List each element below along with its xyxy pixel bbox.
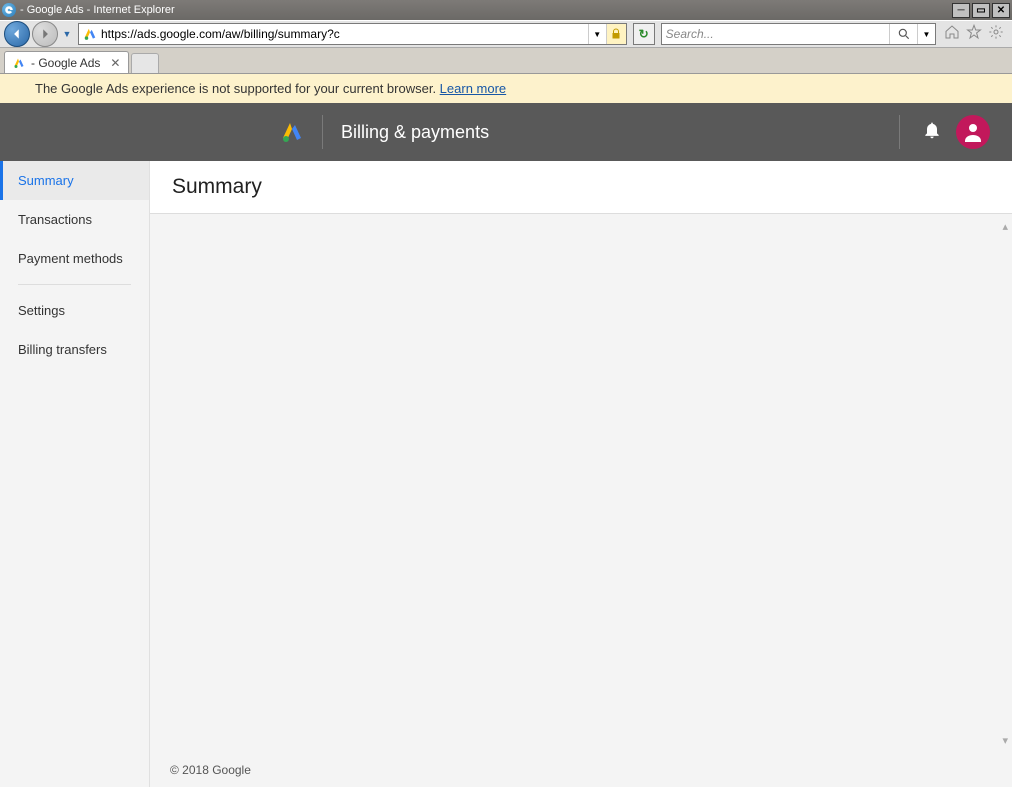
- banner-text: The Google Ads experience is not support…: [35, 81, 440, 96]
- search-placeholder: Search...: [662, 27, 889, 41]
- url-text: https://ads.google.com/aw/billing/summar…: [101, 27, 588, 41]
- new-tab-button[interactable]: [131, 53, 159, 73]
- home-icon[interactable]: [944, 24, 960, 45]
- google-ads-favicon-icon: [13, 57, 25, 69]
- page-content: The Google Ads experience is not support…: [0, 74, 1012, 787]
- url-field[interactable]: https://ads.google.com/aw/billing/summar…: [78, 23, 627, 45]
- account-avatar[interactable]: [956, 115, 990, 149]
- main-heading: Summary: [150, 161, 1012, 214]
- window-minimize-button[interactable]: ─: [952, 3, 970, 18]
- tab-close-button[interactable]: ✕: [110, 56, 120, 70]
- tab-strip: - Google Ads ✕: [0, 48, 1012, 74]
- toolbar-divider: [322, 115, 323, 149]
- window-maximize-button[interactable]: ▭: [972, 3, 990, 18]
- tab-title: - Google Ads: [31, 56, 100, 70]
- window-close-button[interactable]: ✕: [992, 3, 1010, 18]
- google-ads-favicon-icon: [83, 27, 97, 41]
- tools-gear-icon[interactable]: [988, 24, 1004, 45]
- banner-learn-more-link[interactable]: Learn more: [440, 81, 506, 96]
- scroll-up-icon[interactable]: ▴: [1002, 220, 1008, 233]
- back-button[interactable]: [4, 21, 30, 47]
- sidebar-item-billing-transfers[interactable]: Billing transfers: [0, 330, 149, 369]
- sidebar-item-payment-methods[interactable]: Payment methods: [0, 239, 149, 278]
- google-ads-logo-icon: [280, 120, 304, 144]
- forward-button[interactable]: [32, 21, 58, 47]
- url-dropdown[interactable]: ▼: [588, 24, 606, 44]
- browser-search-field[interactable]: Search... ▼: [661, 23, 936, 45]
- unsupported-browser-banner: The Google Ads experience is not support…: [0, 74, 1012, 103]
- search-provider-dropdown[interactable]: ▼: [917, 24, 935, 44]
- tab-google-ads[interactable]: - Google Ads ✕: [4, 51, 129, 73]
- sidebar-item-summary[interactable]: Summary: [0, 161, 149, 200]
- window-titlebar: - Google Ads - Internet Explorer ─ ▭ ✕: [0, 0, 1012, 20]
- browser-address-bar: ▼ https://ads.google.com/aw/billing/summ…: [0, 20, 1012, 48]
- refresh-button[interactable]: ↻: [633, 23, 655, 45]
- window-title: - Google Ads - Internet Explorer: [20, 4, 952, 16]
- sidebar-divider: [18, 284, 131, 285]
- main-body-empty: ▴ ▾: [150, 214, 1012, 753]
- page-title: Billing & payments: [341, 122, 489, 143]
- app-toolbar: Billing & payments: [0, 103, 1012, 161]
- lock-icon: [606, 24, 626, 44]
- sidebar-item-settings[interactable]: Settings: [0, 291, 149, 330]
- footer-copyright: © 2018 Google: [150, 753, 1012, 787]
- search-go-button[interactable]: [889, 24, 917, 44]
- main-panel: Summary ▴ ▾ © 2018 Google: [150, 161, 1012, 787]
- scroll-down-icon[interactable]: ▾: [1002, 734, 1008, 747]
- nav-history-dropdown[interactable]: ▼: [60, 22, 74, 46]
- sidebar-item-transactions[interactable]: Transactions: [0, 200, 149, 239]
- billing-sidebar: Summary Transactions Payment methods Set…: [0, 161, 150, 787]
- favorites-star-icon[interactable]: [966, 24, 982, 45]
- notifications-bell-icon[interactable]: [922, 120, 942, 145]
- ie-logo-icon: [2, 3, 16, 17]
- toolbar-divider: [899, 115, 900, 149]
